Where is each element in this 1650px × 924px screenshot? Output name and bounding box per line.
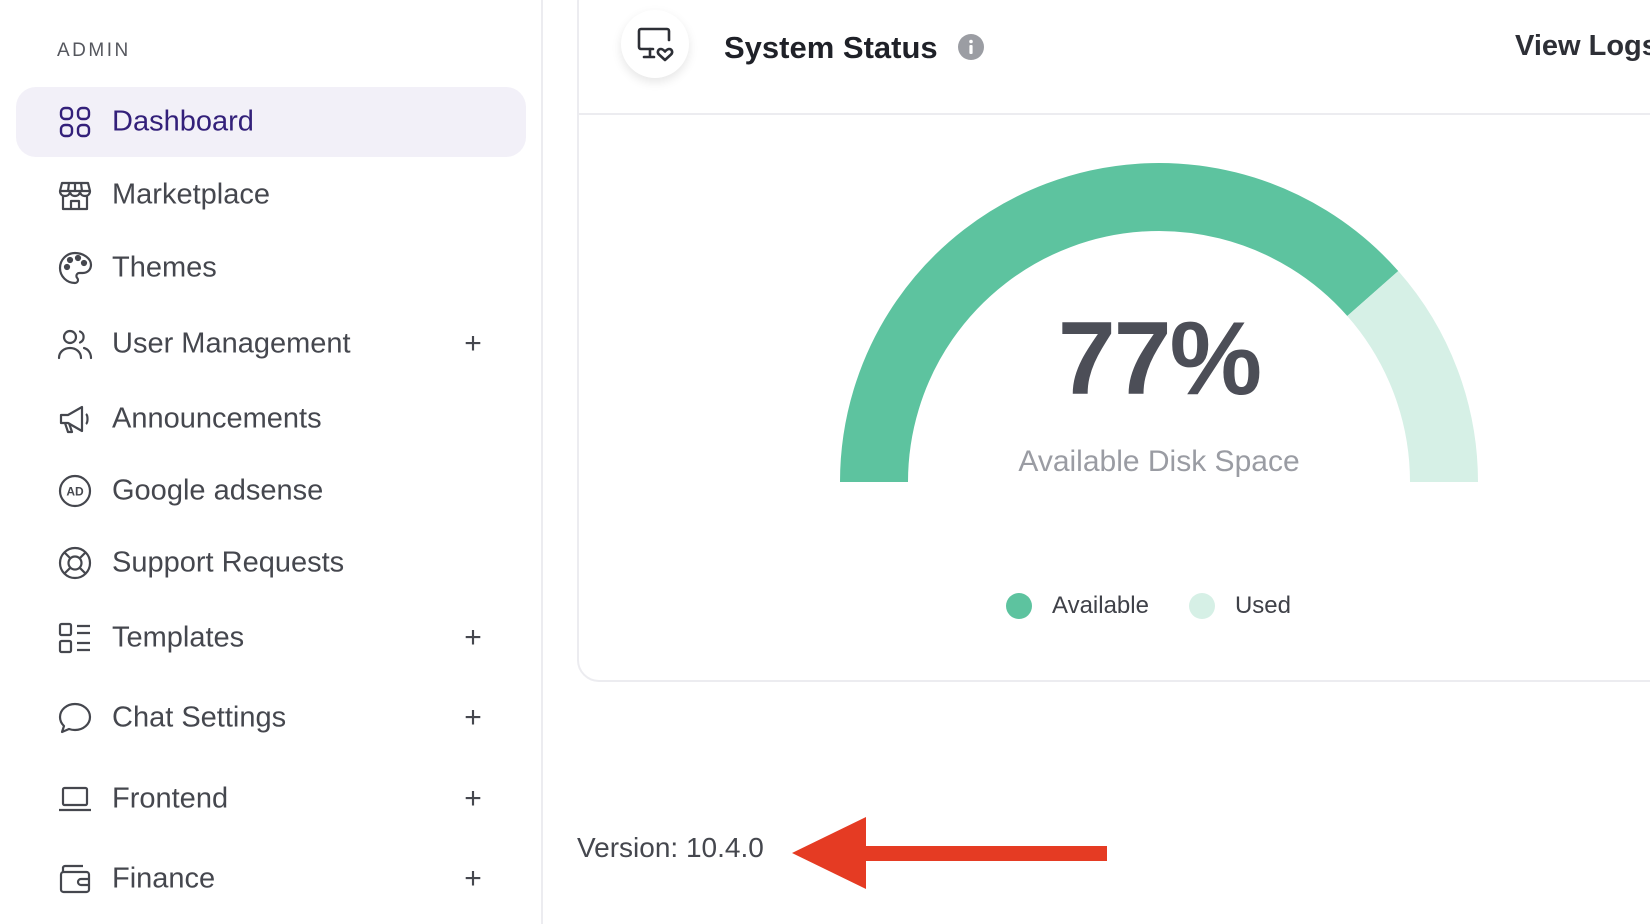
template-list-icon <box>57 620 93 656</box>
gauge-caption: Available Disk Space <box>1018 445 1300 478</box>
app-root: ADMIN Dashboard Marketplace Themes User … <box>0 0 1650 924</box>
sidebar-item-label: Finance <box>112 862 216 895</box>
lifebuoy-icon <box>57 545 93 581</box>
sidebar-item-label: User Management <box>112 327 351 360</box>
annotation-arrow-icon <box>792 817 1107 889</box>
card-header: System Status View Logs <box>579 0 1650 115</box>
version-label: Version: 10.4.0 <box>577 832 764 863</box>
gauge-legend: Available Used <box>1006 590 1331 622</box>
view-logs-link[interactable]: View Logs <box>1515 30 1650 63</box>
sidebar-item-themes[interactable]: Themes <box>16 233 526 303</box>
expand-plus-icon[interactable]: + <box>460 784 486 814</box>
sidebar-item-label: Frontend <box>112 782 229 815</box>
sidebar-item-label: Marketplace <box>112 178 270 211</box>
sidebar-item-label: Support Requests <box>112 546 345 579</box>
store-icon <box>57 177 93 213</box>
legend-label: Used <box>1234 592 1291 619</box>
sidebar-item-user-management[interactable]: User Management + <box>16 309 526 379</box>
sidebar-section-label: ADMIN <box>57 40 131 61</box>
sidebar-item-label: Announcements <box>112 402 322 435</box>
expand-plus-icon[interactable]: + <box>460 329 486 359</box>
sidebar-item-google-adsense[interactable]: AD Google adsense <box>16 456 526 526</box>
legend-dot-used <box>1188 593 1215 619</box>
sidebar-item-finance[interactable]: Finance + <box>16 844 526 914</box>
sidebar-item-marketplace[interactable]: Marketplace <box>16 160 526 230</box>
wallet-icon <box>57 861 93 897</box>
sidebar-item-support-requests[interactable]: Support Requests <box>16 528 526 598</box>
sidebar-item-label: Google adsense <box>112 474 324 507</box>
legend-label: Available <box>1052 592 1149 619</box>
sidebar-item-templates[interactable]: Templates + <box>16 603 526 673</box>
laptop-icon <box>57 781 93 817</box>
gauge-value: 77% <box>1057 301 1262 417</box>
sidebar-item-announcements[interactable]: Announcements <box>16 384 526 454</box>
svg-text:AD: AD <box>66 485 84 499</box>
chat-bubble-icon <box>57 700 93 736</box>
expand-plus-icon[interactable]: + <box>460 864 486 894</box>
sidebar-item-label: Themes <box>112 251 217 284</box>
megaphone-icon <box>57 401 93 437</box>
sidebar-item-chat-settings[interactable]: Chat Settings + <box>16 683 526 753</box>
legend-item-available[interactable]: Available <box>1006 592 1149 620</box>
expand-plus-icon[interactable]: + <box>460 623 486 653</box>
sidebar-item-frontend[interactable]: Frontend + <box>16 764 526 834</box>
ad-icon: AD <box>57 473 93 509</box>
monitor-heart-icon <box>637 27 674 62</box>
info-icon[interactable] <box>957 33 985 61</box>
sidebar-item-label: Dashboard <box>112 105 254 138</box>
card-title: System Status <box>724 30 938 65</box>
palette-icon <box>57 250 93 286</box>
sidebar-item-label: Chat Settings <box>112 701 287 734</box>
grid-icon <box>57 104 93 140</box>
system-status-card: System Status View Logs 77% Available Di… <box>577 0 1650 682</box>
sidebar-item-dashboard[interactable]: Dashboard <box>16 87 526 157</box>
status-icon-badge <box>621 10 689 78</box>
legend-item-used[interactable]: Used <box>1188 592 1291 620</box>
users-icon <box>57 326 93 362</box>
expand-plus-icon[interactable]: + <box>460 703 486 733</box>
sidebar-item-label: Templates <box>112 621 245 654</box>
sidebar: ADMIN Dashboard Marketplace Themes User … <box>0 0 543 924</box>
legend-dot-available <box>1006 593 1032 619</box>
